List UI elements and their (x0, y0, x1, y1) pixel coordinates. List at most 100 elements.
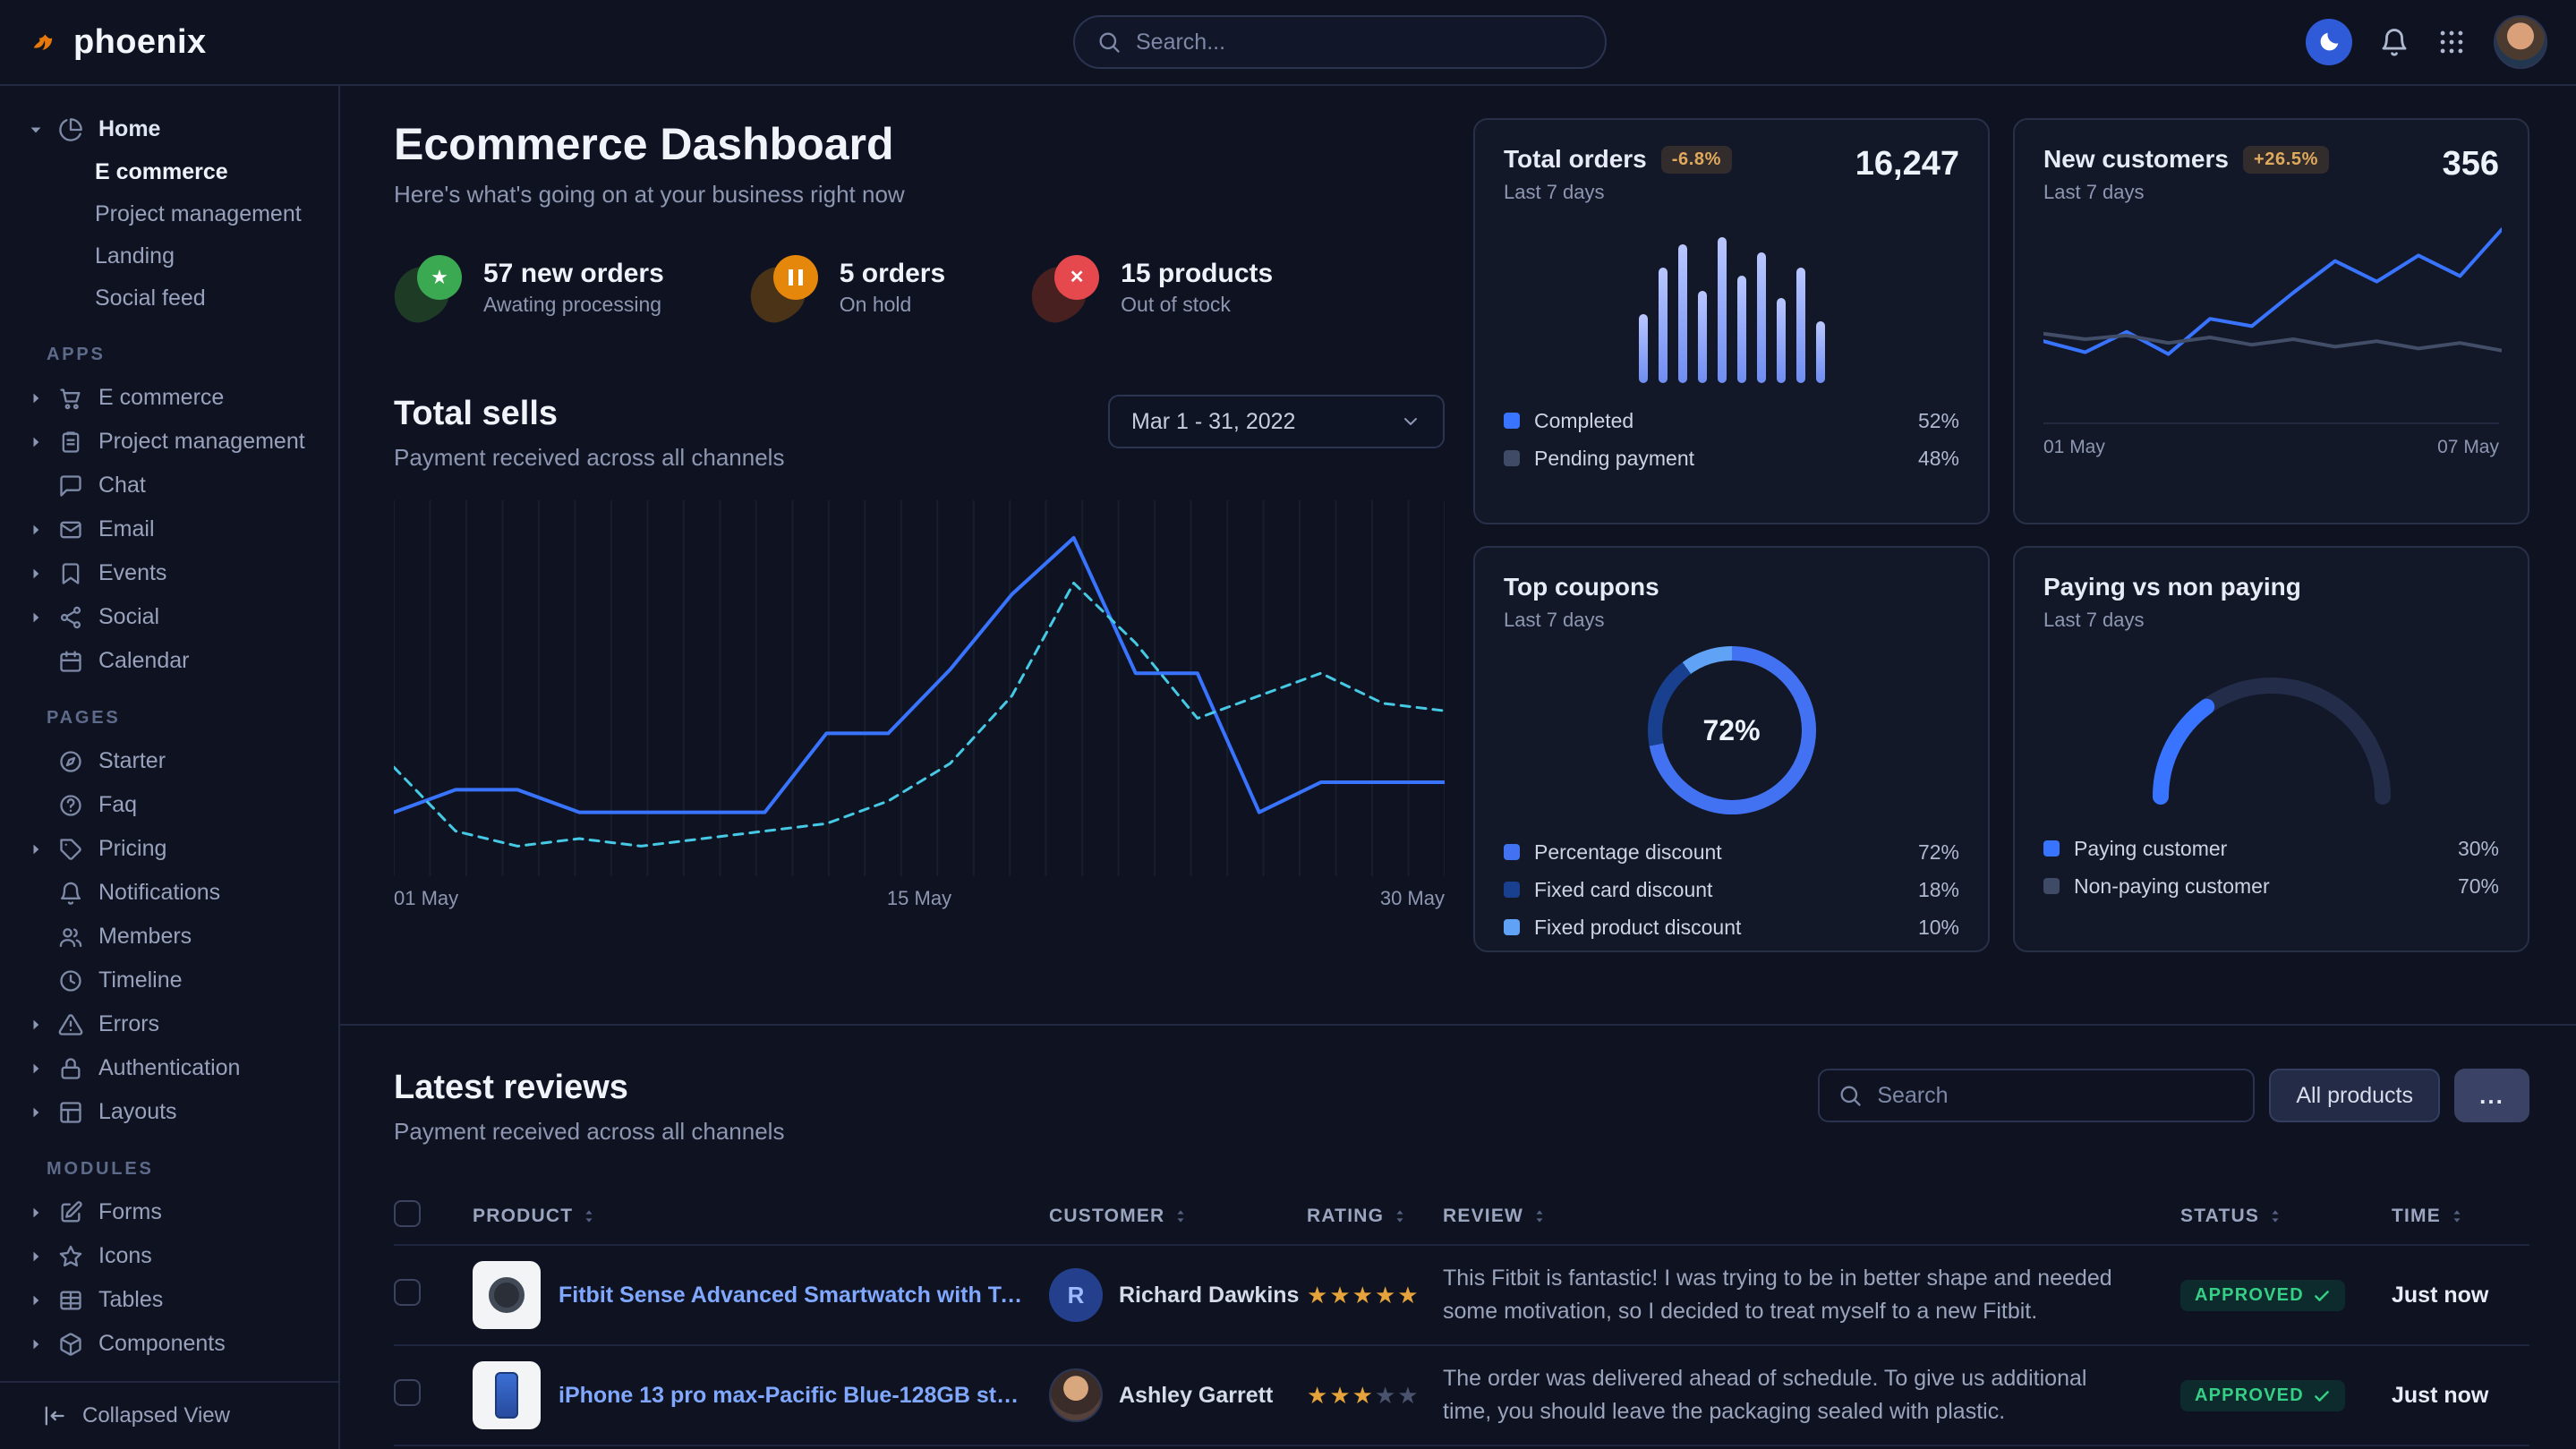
total-sells-subtitle: Payment received across all channels (394, 444, 784, 472)
tag-icon (58, 837, 83, 862)
sidebar-item-home[interactable]: Home (0, 107, 338, 151)
more-options-button[interactable]: ... (2454, 1069, 2529, 1122)
brand[interactable]: phoenix (29, 23, 206, 62)
topnav-actions (2306, 15, 2547, 69)
sort-icon (2448, 1207, 2466, 1225)
sidebar-item-starter[interactable]: Starter (0, 739, 338, 783)
sidebar-heading-pages: PAGES (0, 683, 338, 739)
stat-new-orders: ★ 57 new orders Awating processing (394, 251, 664, 323)
reviews-search-input[interactable] (1877, 1083, 2235, 1109)
theme-toggle-button[interactable] (2306, 19, 2352, 65)
sidebar-item-project-management-dashboard[interactable]: Project management (0, 193, 338, 235)
caret-right-icon (27, 609, 45, 626)
product-thumbnail (473, 1361, 541, 1429)
sidebar-item-app-project-management[interactable]: Project management (0, 420, 338, 464)
column-header-product[interactable]: PRODUCT (473, 1206, 1049, 1227)
total-sells-chart (394, 500, 1445, 876)
sidebar-item-social[interactable]: Social (0, 595, 338, 639)
edit-icon (58, 1200, 83, 1225)
sort-icon (1531, 1207, 1548, 1225)
date-range-select[interactable]: Mar 1 - 31, 2022 (1108, 395, 1445, 448)
sidebar-item-icons[interactable]: Icons (0, 1234, 338, 1278)
review-row: iPhone 13 pro max-Pacific Blue-128GB sto… (394, 1346, 2529, 1446)
rating-stars: ★★★★★ (1307, 1282, 1443, 1309)
user-avatar[interactable] (2494, 15, 2547, 69)
main-content: Ecommerce Dashboard Here's what's going … (340, 86, 2576, 1449)
calendar-icon (58, 649, 83, 674)
sidebar-item-email[interactable]: Email (0, 507, 338, 551)
row-checkbox[interactable] (394, 1379, 473, 1412)
legend-fixed-card-discount: Fixed card discount 18% (1504, 875, 1959, 904)
review-time: Just now (2392, 1283, 2529, 1308)
sidebar-item-events[interactable]: Events (0, 551, 338, 595)
total-orders-value: 16,247 (1855, 145, 1959, 183)
sidebar-item-components[interactable]: Components (0, 1322, 338, 1366)
stat-orders-on-hold: 5 orders On hold (750, 251, 945, 323)
sidebar: Home E commerce Project management Landi… (0, 86, 340, 1449)
stat-out-of-stock: ✕ 15 products Out of stock (1031, 251, 1273, 323)
lock-icon (58, 1056, 83, 1081)
review-time: Just now (2392, 1383, 2529, 1409)
sidebar-item-authentication[interactable]: Authentication (0, 1046, 338, 1090)
sidebar-item-tables[interactable]: Tables (0, 1278, 338, 1322)
check-icon (2313, 1287, 2331, 1305)
bookmark-icon (58, 561, 83, 586)
sidebar-item-landing[interactable]: Landing (0, 235, 338, 277)
sidebar-item-app-ecommerce[interactable]: E commerce (0, 376, 338, 420)
column-header-rating[interactable]: RATING (1307, 1206, 1443, 1227)
reviews-title: Latest reviews (394, 1069, 784, 1107)
reviews-table-header: PRODUCT CUSTOMER RATING REVIEW STATUS TI… (394, 1189, 2529, 1246)
moon-icon (2316, 30, 2341, 55)
customer-avatar: R (1049, 1268, 1103, 1322)
sidebar-item-layouts[interactable]: Layouts (0, 1090, 338, 1134)
sidebar-item-forms[interactable]: Forms (0, 1190, 338, 1234)
global-search[interactable] (1073, 15, 1607, 69)
apps-grid-button[interactable] (2436, 27, 2467, 57)
page-subtitle: Here's what's going on at your business … (394, 181, 1445, 209)
row-checkbox[interactable] (394, 1279, 473, 1312)
product-link[interactable]: Fitbit Sense Advanced Smartwatch with To… (559, 1283, 1031, 1308)
legend-pending-payment: Pending payment 48% (1504, 444, 1959, 473)
sort-icon (1391, 1207, 1409, 1225)
new-customers-chart (2043, 222, 2502, 408)
customer-cell[interactable]: Ashley Garrett (1049, 1368, 1307, 1422)
search-icon (1838, 1083, 1863, 1108)
legend-percentage-discount: Percentage discount 72% (1504, 838, 1959, 866)
column-header-status[interactable]: STATUS (2180, 1206, 2392, 1227)
customer-avatar (1049, 1368, 1103, 1422)
coupons-donut-label: 72% (1648, 646, 1816, 814)
caret-right-icon (27, 1016, 45, 1034)
on-hold-pause-icon (750, 251, 822, 323)
customer-cell[interactable]: R Richard Dawkins (1049, 1268, 1307, 1322)
notifications-button[interactable] (2379, 27, 2410, 57)
sidebar-item-notifications[interactable]: Notifications (0, 871, 338, 915)
order-stats: ★ 57 new orders Awating processing 5 ord… (394, 251, 1445, 323)
collapsed-view-toggle[interactable]: Collapsed View (0, 1381, 338, 1449)
sidebar-item-timeline[interactable]: Timeline (0, 959, 338, 1002)
reviews-subtitle: Payment received across all channels (394, 1118, 784, 1146)
legend-paying-customer: Paying customer 30% (2043, 834, 2499, 863)
reviews-search[interactable] (1818, 1069, 2255, 1122)
sidebar-item-faq[interactable]: Faq (0, 783, 338, 827)
all-products-button[interactable]: All products (2269, 1069, 2440, 1122)
sidebar-item-chat[interactable]: Chat (0, 464, 338, 507)
sidebar-item-social-feed[interactable]: Social feed (0, 277, 338, 320)
sidebar-item-members[interactable]: Members (0, 915, 338, 959)
sidebar-item-calendar[interactable]: Calendar (0, 639, 338, 683)
column-header-review[interactable]: REVIEW (1443, 1206, 2180, 1227)
column-header-customer[interactable]: CUSTOMER (1049, 1206, 1307, 1227)
product-link[interactable]: iPhone 13 pro max-Pacific Blue-128GB sto… (559, 1383, 1031, 1409)
message-icon (58, 473, 83, 499)
check-icon (2313, 1387, 2331, 1405)
sidebar-item-ecommerce-dashboard[interactable]: E commerce (0, 151, 338, 193)
caret-right-icon (27, 521, 45, 539)
select-all-checkbox[interactable] (394, 1200, 473, 1233)
sidebar-item-pricing[interactable]: Pricing (0, 827, 338, 871)
brand-name: phoenix (73, 23, 206, 62)
kpi-cards: Total orders -6.8% Last 7 days 16,247 Co… (1473, 118, 2529, 952)
global-search-input[interactable] (1136, 30, 1583, 55)
column-header-time[interactable]: TIME (2392, 1206, 2529, 1227)
caret-right-icon (27, 1060, 45, 1078)
total-sells-header: Total sells Payment received across all … (394, 395, 1445, 472)
sidebar-item-errors[interactable]: Errors (0, 1002, 338, 1046)
